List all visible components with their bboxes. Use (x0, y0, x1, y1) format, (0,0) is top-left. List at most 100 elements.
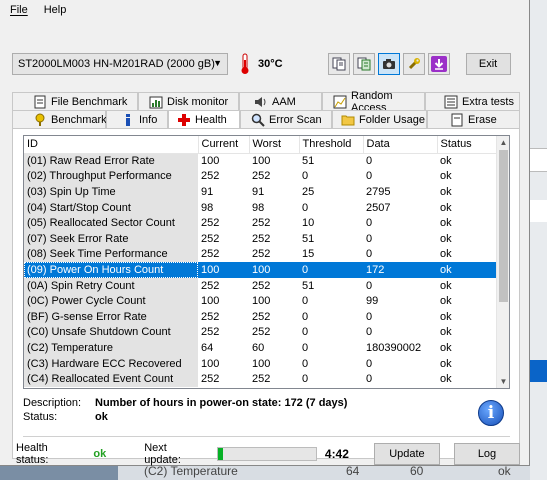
copy-icon (332, 57, 346, 71)
table-row[interactable]: (08) Seek Time Performance 252 252 15 0 ok (24, 246, 498, 263)
tab-benchmark[interactable]: Benchmark (12, 110, 107, 128)
cell-worst: 252 (252, 310, 271, 323)
cell-threshold: 0 (302, 341, 309, 354)
drive-select[interactable]: ST2000LM003 HN-M201RAD (2000 gB) ▼ (12, 53, 228, 75)
cell-status: ok (440, 326, 452, 339)
cell-worst: 100 (252, 295, 271, 308)
background-strip (530, 148, 547, 172)
table-row[interactable]: (C2) Temperature 64 60 0 180390002 ok (24, 340, 498, 356)
erase-icon (451, 113, 463, 126)
tab-info[interactable]: Info (106, 110, 168, 128)
benchmark-icon (35, 113, 45, 126)
status-label: Status: (23, 411, 58, 423)
table-scrollbar[interactable]: ▲ ▼ (496, 136, 509, 388)
tab-disk-monitor[interactable]: Disk monitor (138, 92, 239, 110)
file-benchmark-icon (34, 95, 46, 108)
screenshot-button[interactable] (377, 53, 400, 75)
column-header-threshold[interactable]: Threshold (299, 136, 364, 154)
cell-threshold: 0 (302, 170, 309, 183)
cell-current: 252 (201, 326, 220, 339)
tab-random-access[interactable]: Random Access (322, 90, 425, 114)
cell-current: 252 (201, 217, 220, 230)
cell-worst: 252 (252, 248, 271, 261)
cell-threshold: 25 (302, 185, 315, 198)
smart-table[interactable]: ID Current Worst Threshold Data Status (… (23, 135, 510, 389)
cell-worst: 91 (252, 185, 265, 198)
log-button[interactable]: Log (453, 443, 521, 465)
column-header-status[interactable]: Status (437, 136, 499, 154)
cell-id: (05) Reallocated Sector Count (24, 215, 198, 231)
tab-erase[interactable]: Erase (427, 110, 520, 128)
scrollbar-thumb[interactable] (499, 150, 508, 302)
cell-threshold: 0 (302, 201, 309, 214)
cell-id: (C3) Hardware ECC Recovered (24, 355, 198, 372)
cell-worst: 100 (252, 155, 271, 168)
cell-threshold: 51 (302, 279, 315, 292)
copy-info-button[interactable] (327, 53, 350, 75)
cell-id: (0A) Spin Retry Count (24, 277, 198, 294)
tab-health[interactable]: Health (168, 110, 240, 128)
menu-file[interactable]: File (10, 4, 28, 16)
update-progress-bar (216, 447, 317, 461)
tab-file-benchmark[interactable]: File Benchmark (12, 92, 138, 110)
tab-label: AAM (272, 95, 296, 108)
table-row[interactable]: (02) Throughput Performance 252 252 0 0 ok (24, 168, 498, 185)
exit-button[interactable]: Exit (465, 53, 511, 75)
cell-id: (02) Throughput Performance (24, 168, 198, 185)
cell-current: 252 (201, 248, 220, 261)
health-status-bar: Health status: ok Next update: 4:42 Upda… (12, 442, 521, 466)
column-header-current[interactable]: Current (198, 136, 250, 154)
camera-icon (382, 59, 395, 69)
tab-label: Disk monitor (167, 95, 229, 108)
table-row[interactable]: (0A) Spin Retry Count 252 252 51 0 ok (24, 277, 498, 294)
table-header: ID Current Worst Threshold Data Status (24, 136, 499, 154)
tab-aam[interactable]: AAM (239, 92, 322, 110)
cell-data: 0 (366, 217, 373, 230)
tab-label: Benchmark (51, 113, 107, 126)
toolbar: ST2000LM003 HN-M201RAD (2000 gB) ▼ 30°C (12, 52, 517, 76)
update-button[interactable]: Update (373, 443, 440, 465)
tab-error-scan[interactable]: Error Scan (240, 110, 332, 128)
column-header-id[interactable]: ID (24, 136, 199, 154)
table-row[interactable]: (03) Spin Up Time 91 91 25 2795 ok (24, 184, 498, 200)
save-button[interactable] (427, 53, 450, 75)
table-row[interactable]: (C4) Reallocated Event Count 252 252 0 0 ok (24, 371, 498, 387)
cell-status: ok (440, 232, 452, 245)
cell-worst: 252 (252, 279, 271, 292)
cell-data: 0 (366, 357, 373, 370)
tab-extra-tests[interactable]: Extra tests (425, 92, 520, 110)
menu-bar: File Help (0, 0, 529, 20)
cell-id: (08) Seek Time Performance (24, 246, 198, 263)
menu-help[interactable]: Help (44, 4, 67, 16)
column-header-data[interactable]: Data (363, 136, 438, 154)
cell-current: 100 (201, 357, 220, 370)
cell-worst: 60 (252, 341, 265, 354)
table-row[interactable]: (09) Power On Hours Count 100 100 0 172 ok (24, 262, 498, 278)
cell-data: 172 (363, 262, 437, 278)
cell-status: ok (440, 295, 452, 308)
scroll-down-icon[interactable]: ▼ (497, 375, 509, 388)
table-row[interactable]: (05) Reallocated Sector Count 252 252 10 0 ok (24, 215, 498, 231)
table-row[interactable]: (07) Seek Error Rate 252 252 51 0 ok (24, 230, 498, 247)
cell-worst: 98 (252, 201, 265, 214)
column-header-worst[interactable]: Worst (249, 136, 300, 154)
cell-id: (04) Start/Stop Count (24, 199, 198, 216)
table-row[interactable]: (04) Start/Stop Count 98 98 0 2507 ok (24, 199, 498, 216)
background-text: 60 (410, 464, 424, 478)
info-icon[interactable]: i (478, 400, 504, 426)
table-row[interactable]: (01) Raw Read Error Rate 100 100 51 0 ok (24, 153, 498, 169)
copy-all-button[interactable] (352, 53, 375, 75)
tab-label: File Benchmark (51, 95, 128, 108)
options-button[interactable] (402, 53, 425, 75)
table-row[interactable]: (0C) Power Cycle Count 100 100 0 99 ok (24, 293, 498, 309)
table-row[interactable]: (C0) Unsafe Shutdown Count 252 252 0 0 ok (24, 324, 498, 341)
tab-label: Erase (468, 113, 497, 126)
tab-folder-usage[interactable]: Folder Usage (332, 110, 427, 128)
cell-status: ok (440, 373, 452, 386)
scroll-up-icon[interactable]: ▲ (497, 136, 509, 149)
table-row[interactable]: (BF) G-sense Error Rate 252 252 0 0 ok (24, 308, 498, 325)
cell-data: 0 (366, 373, 373, 386)
health-panel: ID Current Worst Threshold Data Status (… (12, 128, 520, 459)
table-row[interactable]: (C3) Hardware ECC Recovered 100 100 0 0 ok (24, 355, 498, 372)
health-status-value: ok (93, 448, 107, 460)
